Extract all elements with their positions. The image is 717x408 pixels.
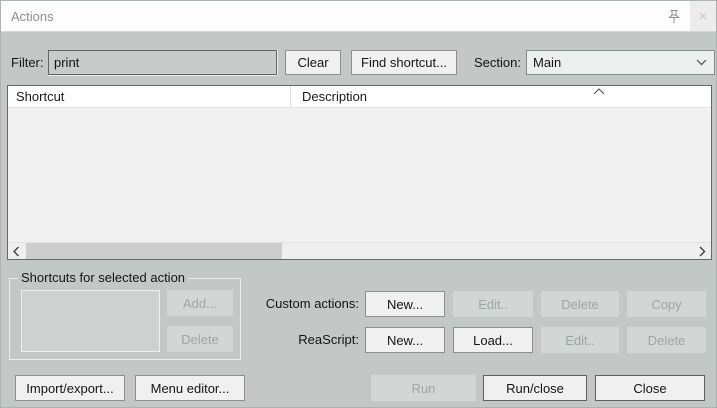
reascript-edit-button: Edit.. xyxy=(541,327,619,353)
horizontal-scrollbar[interactable] xyxy=(8,242,711,259)
filter-label: Filter: xyxy=(11,50,44,75)
scrollbar-thumb[interactable] xyxy=(26,243,282,259)
filter-input[interactable] xyxy=(48,50,277,75)
actions-dialog: Actions × Filter: Clear Find shortcut...… xyxy=(0,0,717,408)
menu-editor-button[interactable]: Menu editor... xyxy=(135,375,245,401)
scroll-left-icon[interactable] xyxy=(8,243,25,259)
chevron-down-icon xyxy=(696,59,707,66)
custom-action-new-button[interactable]: New... xyxy=(365,291,445,317)
reascript-new-button[interactable]: New... xyxy=(365,327,445,353)
close-window-button[interactable]: × xyxy=(690,1,716,31)
action-list-header: Shortcut Description xyxy=(8,86,711,108)
custom-action-copy-button: Copy xyxy=(627,291,706,317)
run-button: Run xyxy=(371,375,476,401)
action-list: Shortcut Description xyxy=(7,85,712,260)
shortcuts-group-title: Shortcuts for selected action xyxy=(18,270,188,285)
custom-actions-label: Custom actions: xyxy=(239,291,359,317)
close-icon: × xyxy=(699,8,708,25)
custom-action-edit-button: Edit.. xyxy=(453,291,533,317)
section-select[interactable]: Main xyxy=(526,50,715,75)
section-label: Section: xyxy=(468,50,521,75)
window-title: Actions xyxy=(11,1,54,32)
custom-action-delete-button: Delete xyxy=(541,291,619,317)
close-button[interactable]: Close xyxy=(595,375,705,401)
sort-ascending-icon xyxy=(593,88,605,96)
column-header-shortcut[interactable]: Shortcut xyxy=(16,86,64,108)
scroll-right-icon[interactable] xyxy=(694,243,711,259)
clear-button[interactable]: Clear xyxy=(285,50,341,75)
reascript-load-button[interactable]: Load... xyxy=(453,327,533,353)
section-selected-value: Main xyxy=(533,51,561,74)
run-close-button[interactable]: Run/close xyxy=(483,375,587,401)
action-list-body[interactable] xyxy=(8,109,711,242)
pin-icon[interactable] xyxy=(666,8,682,26)
column-header-description[interactable]: Description xyxy=(302,86,367,108)
add-shortcut-button: Add... xyxy=(167,290,233,316)
shortcut-listbox[interactable] xyxy=(21,290,160,352)
reascript-delete-button: Delete xyxy=(627,327,706,353)
delete-shortcut-button: Delete xyxy=(167,326,233,352)
import-export-button[interactable]: Import/export... xyxy=(15,375,125,401)
find-shortcut-button[interactable]: Find shortcut... xyxy=(351,50,457,75)
reascript-label: ReaScript: xyxy=(239,327,359,353)
column-divider[interactable] xyxy=(290,86,291,108)
titlebar[interactable]: Actions × xyxy=(1,1,716,32)
